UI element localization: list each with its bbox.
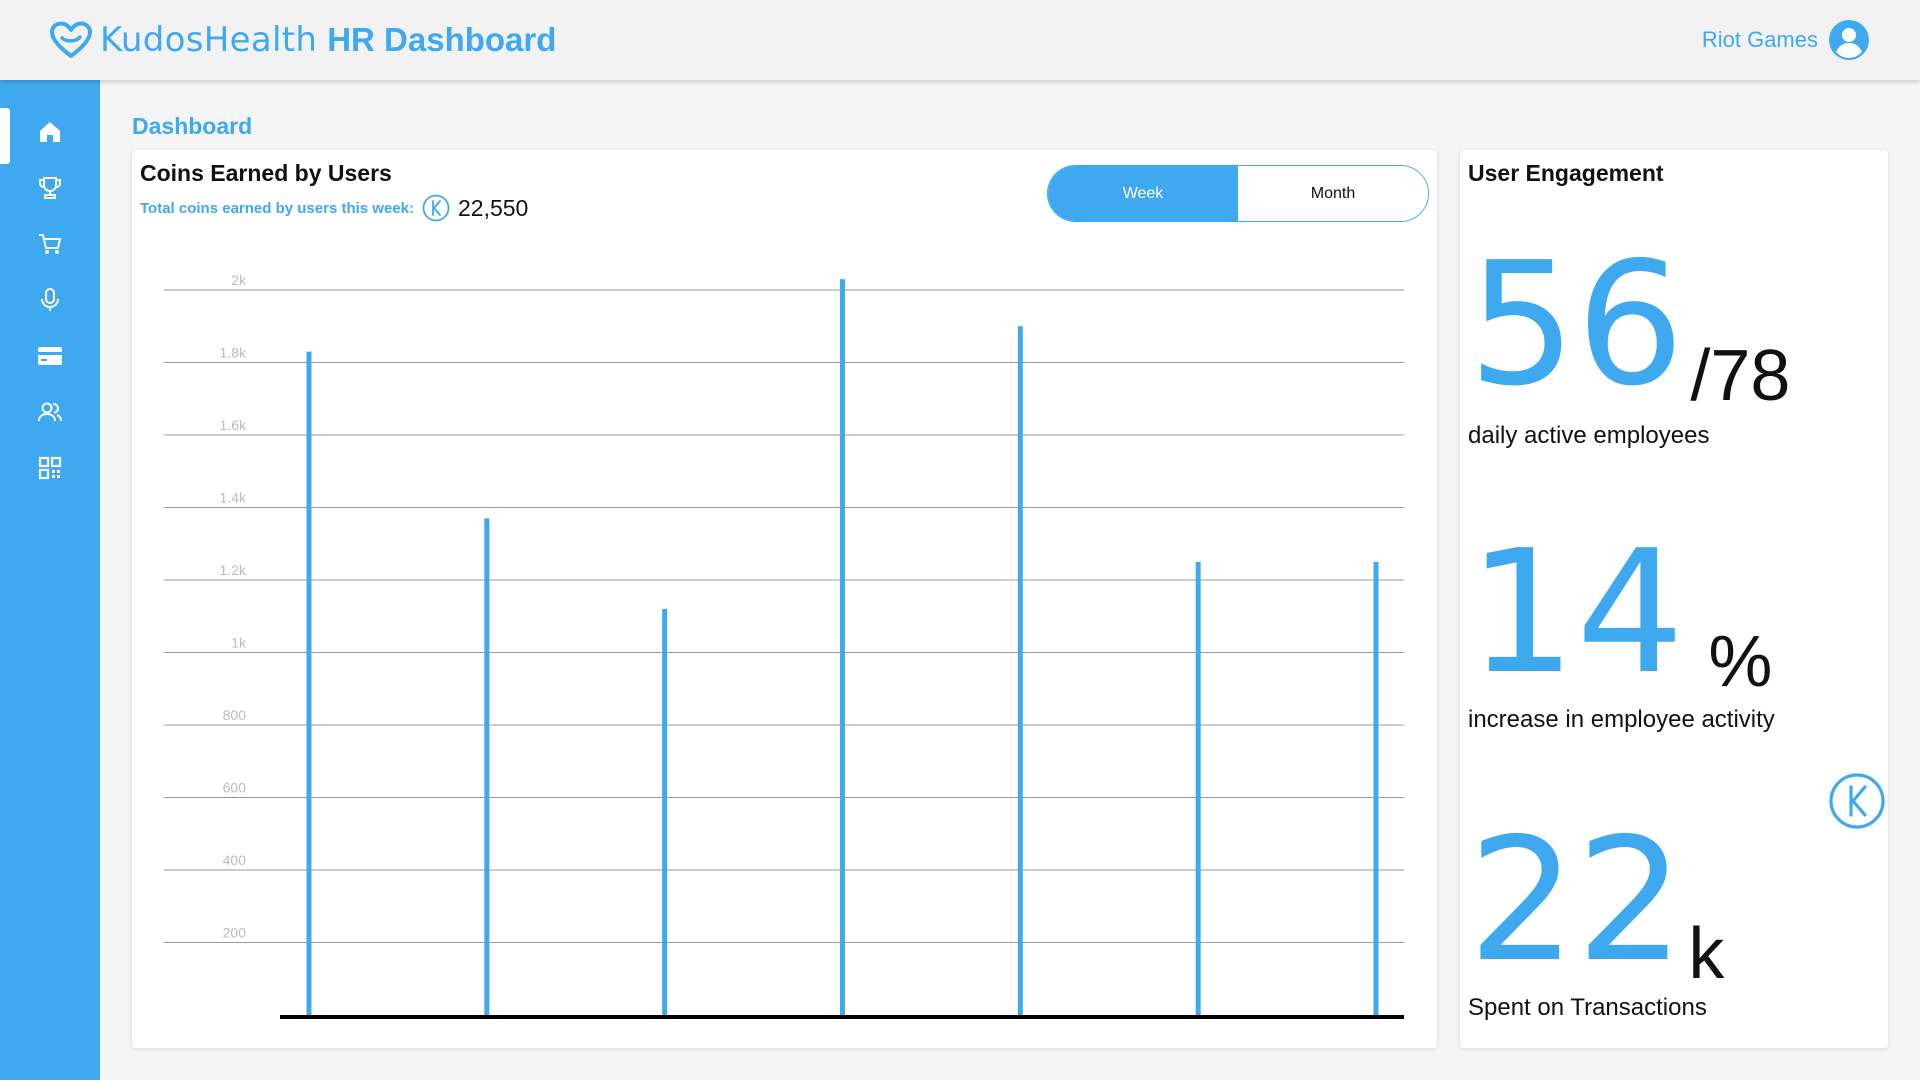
y-tick-label: 2k <box>231 272 247 288</box>
user-menu[interactable]: Riot Games <box>1702 18 1870 62</box>
y-tick-label: 600 <box>223 780 247 796</box>
sidebar-item-employees[interactable] <box>0 384 100 440</box>
activity-increase-metric: 14 % increase in employee activity <box>1468 528 1775 734</box>
qr-code-icon <box>38 456 62 480</box>
app-logo[interactable]: KudosHealth HR Dashboard <box>48 18 556 62</box>
chart-bar[interactable] <box>1017 326 1023 1015</box>
y-tick-label: 200 <box>223 925 247 941</box>
active-employees-label: daily active employees <box>1468 422 1710 449</box>
user-engagement-card: User Engagement 56 /78 daily active empl… <box>1460 150 1888 1048</box>
cart-icon <box>39 234 62 254</box>
trophy-icon <box>39 177 61 199</box>
active-employees-value: 56 <box>1468 226 1685 424</box>
transactions-spent-unit: k <box>1688 914 1725 994</box>
brand-name: KudosHealth <box>100 20 318 60</box>
kudos-coin-large-icon <box>1829 773 1885 829</box>
sidebar <box>0 80 100 1080</box>
sidebar-item-rewards[interactable] <box>0 160 100 216</box>
user-avatar-icon[interactable] <box>1828 19 1870 61</box>
y-tick-label: 1.6k <box>220 417 247 433</box>
chart-bar[interactable] <box>662 609 668 1015</box>
sidebar-item-store[interactable] <box>0 216 100 272</box>
chart-bar[interactable] <box>306 351 312 1015</box>
transactions-spent-value: 22 <box>1468 802 1685 1000</box>
y-tick-label: 1.4k <box>220 490 247 506</box>
credit-card-icon <box>38 347 62 365</box>
top-header: KudosHealth HR Dashboard Riot Games <box>0 0 1920 80</box>
engagement-title: User Engagement <box>1468 160 1664 186</box>
heart-logo-icon <box>50 21 92 58</box>
users-icon <box>38 402 62 422</box>
sidebar-item-qr[interactable] <box>0 440 100 496</box>
coins-bar-chart: 200 400 600 800 1k 1.2k 1.4k 1.6k 1.8k 2k <box>164 272 1404 1019</box>
activity-increase-value: 14 <box>1468 514 1685 712</box>
chart-bar[interactable] <box>1373 561 1379 1015</box>
page-title: Dashboard <box>132 113 253 139</box>
y-tick-label: 1.8k <box>220 345 247 361</box>
sidebar-item-home[interactable] <box>0 104 100 164</box>
chart-bar[interactable] <box>1195 561 1201 1015</box>
active-employees-metric: 56 /78 daily active employees <box>1468 240 1791 450</box>
y-tick-label: 400 <box>223 852 247 868</box>
coins-earned-card: Coins Earned by Users Total coins earned… <box>132 150 1437 1048</box>
dashboard-heading: HR Dashboard <box>327 21 557 58</box>
company-name: Riot Games <box>1701 27 1818 52</box>
home-icon <box>40 122 60 142</box>
active-employees-total: /78 <box>1690 336 1791 416</box>
y-tick-label: 800 <box>223 707 247 723</box>
sidebar-item-announcements[interactable] <box>0 272 100 328</box>
chart-bar[interactable] <box>484 518 490 1015</box>
chart-bar[interactable] <box>840 279 845 1015</box>
sidebar-item-billing[interactable] <box>0 328 100 384</box>
y-tick-label: 1.2k <box>220 562 247 578</box>
activity-increase-unit: % <box>1708 622 1773 702</box>
y-tick-label: 1k <box>231 635 247 651</box>
transactions-spent-label: Spent on Transactions <box>1468 994 1707 1021</box>
activity-increase-label: increase in employee activity <box>1468 706 1775 733</box>
transactions-spent-metric: 22 k Spent on Transactions <box>1468 816 1725 1022</box>
microphone-icon <box>41 288 59 311</box>
